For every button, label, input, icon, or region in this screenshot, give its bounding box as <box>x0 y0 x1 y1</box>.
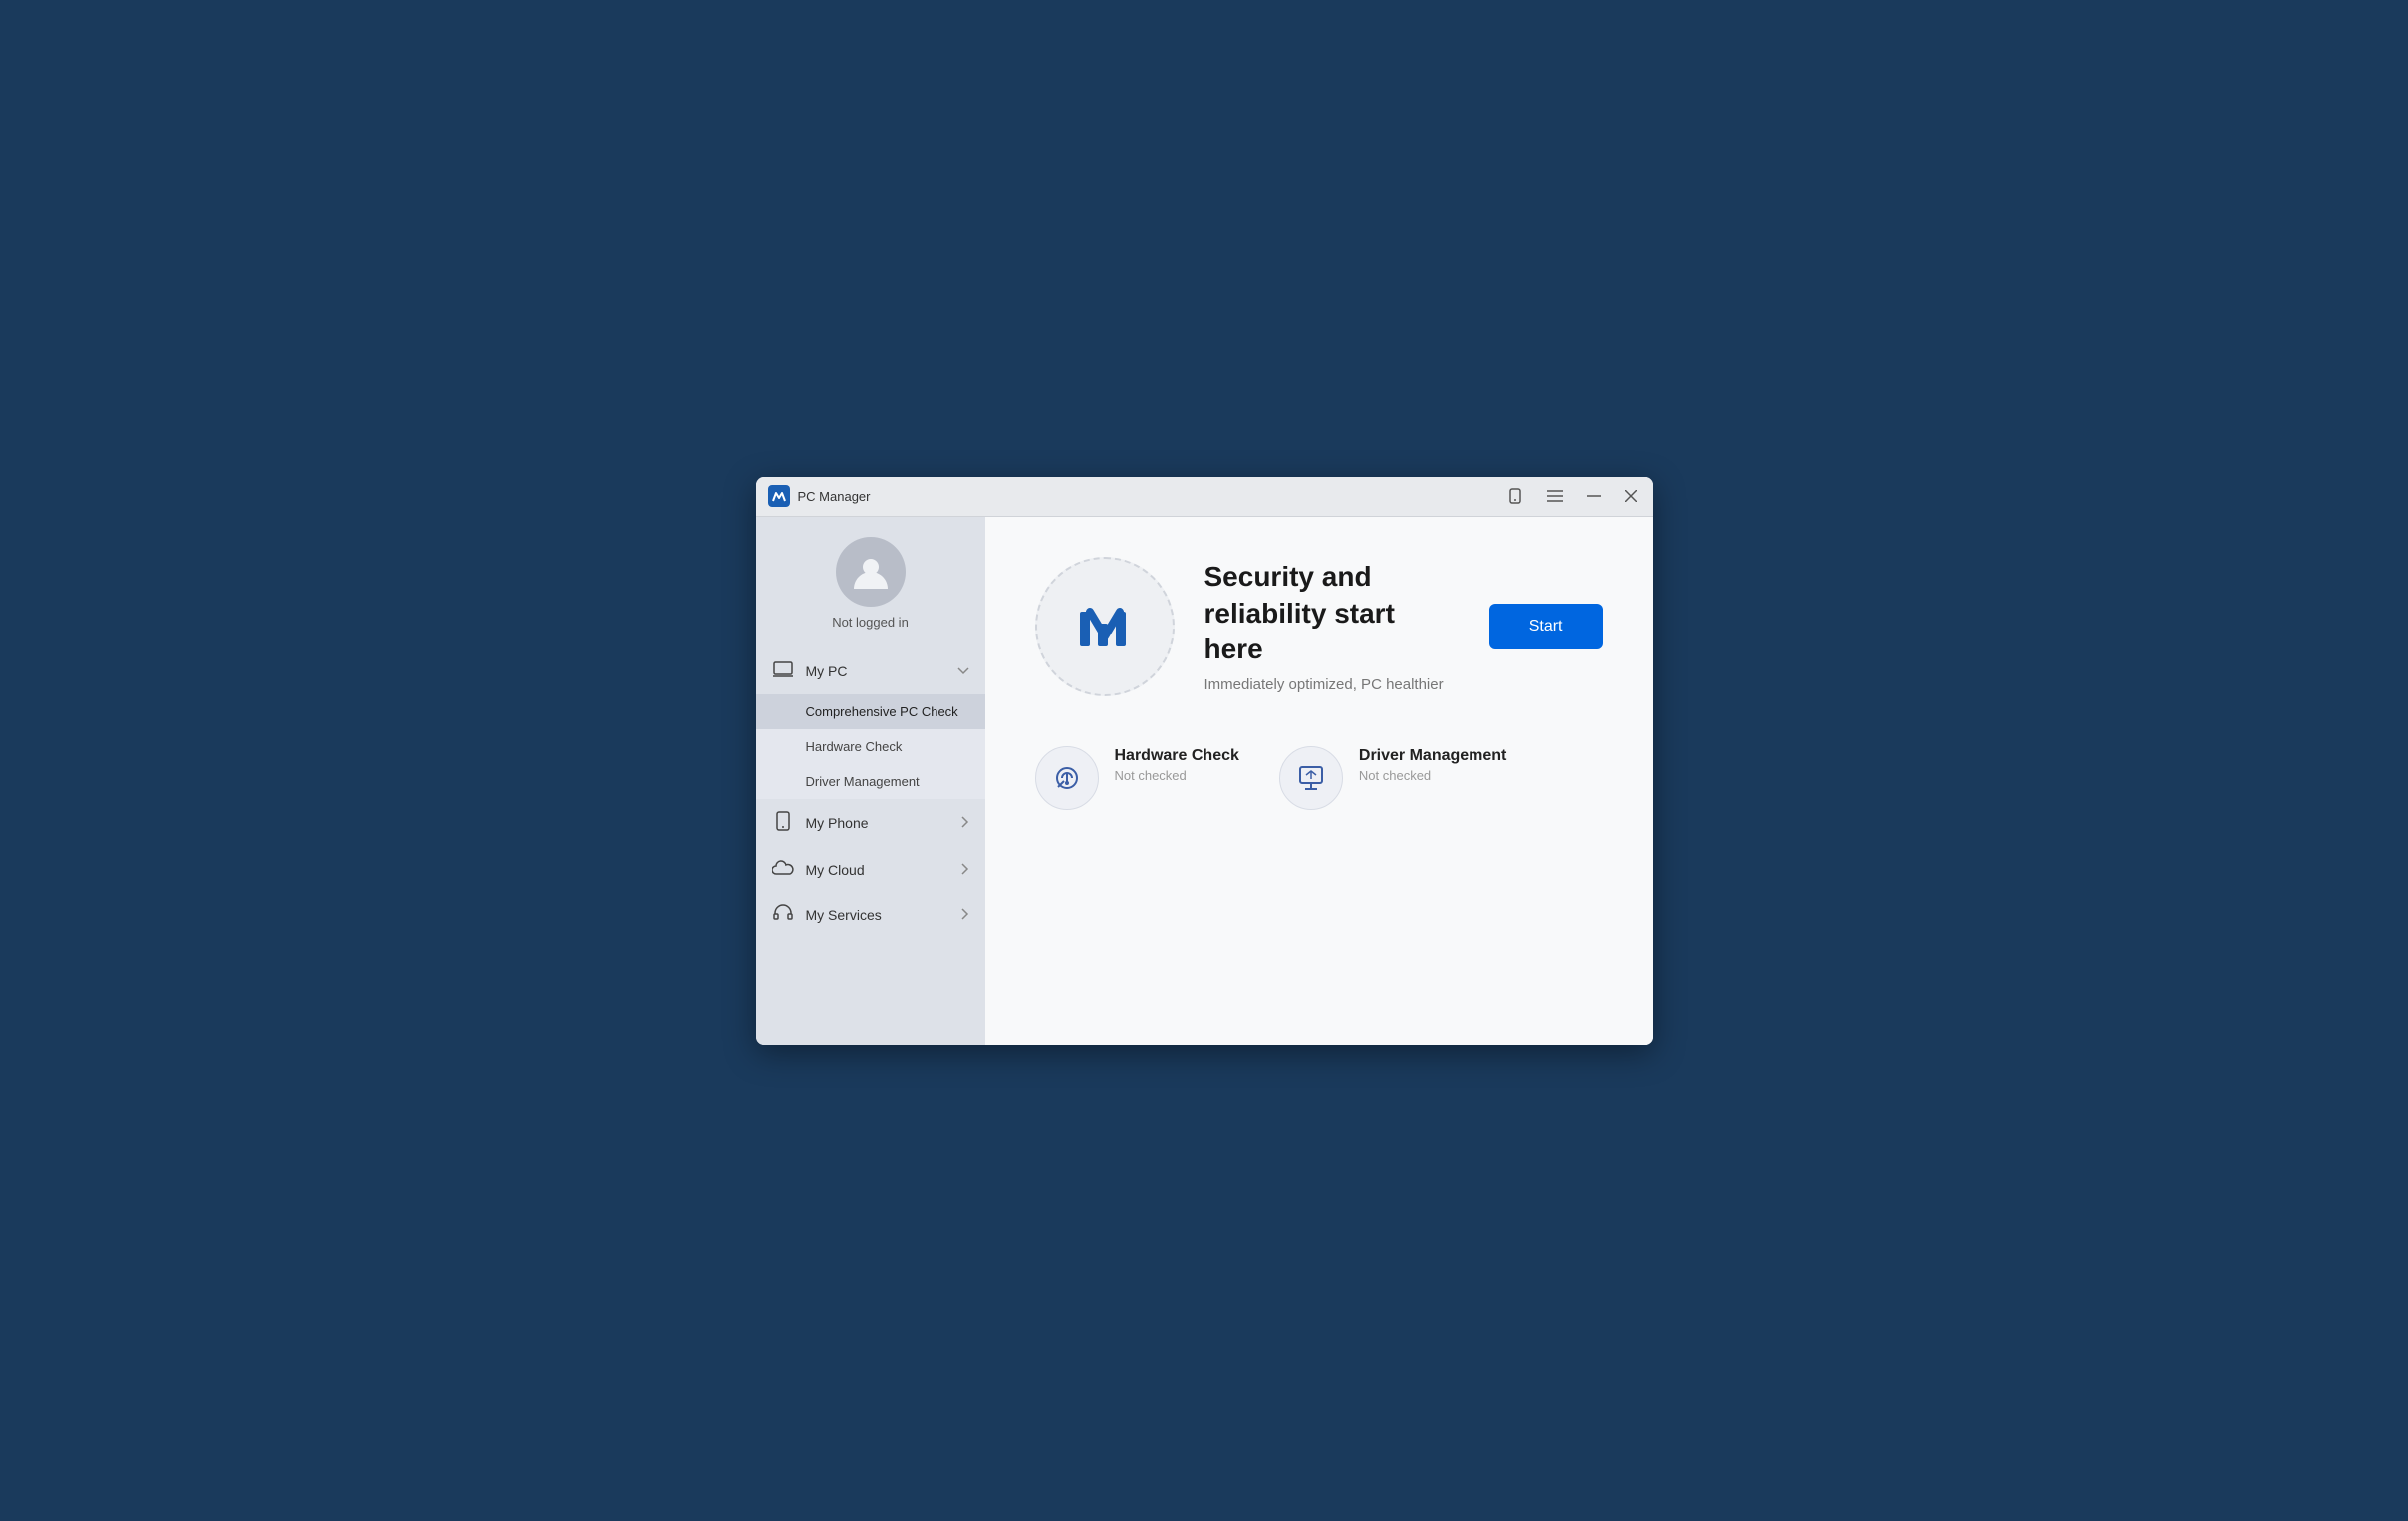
phone-icon <box>772 811 794 836</box>
hero-logo-icon <box>1070 592 1140 661</box>
title-bar-title: PC Manager <box>798 489 871 504</box>
sidebar-sub-item-hardware-check[interactable]: Hardware Check <box>756 729 985 764</box>
sidebar-item-my-pc[interactable]: My PC <box>756 649 985 694</box>
user-section: Not logged in <box>756 537 985 649</box>
hardware-check-status: Not checked <box>1115 768 1239 783</box>
chevron-right-icon <box>961 816 969 831</box>
hardware-check-icon-circle <box>1035 746 1099 810</box>
minimize-button[interactable] <box>1583 493 1605 499</box>
hero-logo-circle <box>1035 557 1175 696</box>
laptop-icon <box>772 661 794 682</box>
main-layout: Not logged in My PC <box>756 517 1653 1045</box>
sidebar-sub-item-comprehensive-pc-check[interactable]: Comprehensive PC Check <box>756 694 985 729</box>
driver-management-card[interactable]: Driver Management Not checked <box>1279 746 1507 810</box>
phone-button[interactable] <box>1503 486 1527 506</box>
content-area: Security and reliability start here Imme… <box>985 517 1653 1045</box>
sidebar-item-my-cloud-label: My Cloud <box>806 862 949 878</box>
avatar <box>836 537 906 607</box>
driver-management-icon-circle <box>1279 746 1343 810</box>
driver-management-icon <box>1294 761 1328 795</box>
sidebar-item-my-phone-label: My Phone <box>806 815 949 831</box>
headset-icon <box>772 904 794 927</box>
chevron-down-icon <box>957 664 969 678</box>
hardware-check-card[interactable]: Hardware Check Not checked <box>1035 746 1239 810</box>
chevron-right-icon-3 <box>961 908 969 923</box>
driver-management-status: Not checked <box>1359 768 1507 783</box>
cloud-icon <box>772 860 794 881</box>
title-bar-logo: PC Manager <box>768 485 1503 507</box>
close-button[interactable] <box>1621 488 1641 504</box>
app-logo-icon <box>768 485 790 507</box>
title-bar-controls <box>1503 486 1641 506</box>
title-bar: PC Manager <box>756 477 1653 517</box>
sidebar-item-my-phone[interactable]: My Phone <box>756 799 985 848</box>
driver-management-info: Driver Management Not checked <box>1359 746 1507 784</box>
app-window: PC Manager <box>756 477 1653 1045</box>
menu-button[interactable] <box>1543 488 1567 504</box>
hero-title: Security and reliability start here <box>1204 559 1460 667</box>
hero-text: Security and reliability start here Imme… <box>1204 559 1460 692</box>
sidebar-item-my-pc-label: My PC <box>806 663 945 679</box>
hardware-check-title: Hardware Check <box>1115 746 1239 767</box>
sidebar: Not logged in My PC <box>756 517 985 1045</box>
driver-management-title: Driver Management <box>1359 746 1507 767</box>
chevron-right-icon-2 <box>961 863 969 878</box>
sidebar-item-my-cloud[interactable]: My Cloud <box>756 848 985 892</box>
sidebar-item-my-services[interactable]: My Services <box>756 892 985 939</box>
hardware-check-icon <box>1050 761 1084 795</box>
hero-subtitle: Immediately optimized, PC healthier <box>1204 676 1460 693</box>
my-pc-sub-nav: Comprehensive PC Check Hardware Check Dr… <box>756 694 985 799</box>
nav-section: My PC Comprehensive PC Check Hardware Ch… <box>756 649 985 1029</box>
hero-section: Security and reliability start here Imme… <box>1035 557 1603 696</box>
avatar-icon <box>850 551 892 593</box>
user-status: Not logged in <box>832 615 909 630</box>
hardware-check-info: Hardware Check Not checked <box>1115 746 1239 784</box>
sidebar-sub-item-driver-management[interactable]: Driver Management <box>756 764 985 799</box>
sidebar-item-my-services-label: My Services <box>806 907 949 923</box>
cards-section: Hardware Check Not checked <box>1035 746 1603 810</box>
start-button[interactable]: Start <box>1489 604 1603 649</box>
